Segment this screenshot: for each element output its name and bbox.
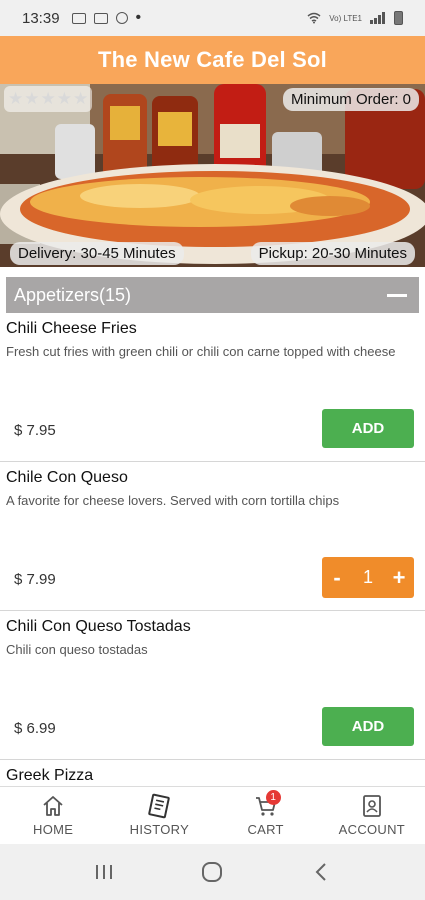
increment-button[interactable]: + [384, 565, 414, 591]
menu-list[interactable]: Chili Cheese Fries Fresh cut fries with … [0, 313, 425, 786]
star-icon: ★ [8, 89, 24, 108]
status-left: 13:39 • [22, 10, 141, 27]
delivery-time-badge: Delivery: 30-45 Minutes [10, 242, 184, 265]
restaurant-hero-image: ★ ★ ★ ★ ★ Minimum Order: 0 Delivery: 30-… [0, 84, 425, 267]
nav-history[interactable]: HISTORY [106, 787, 212, 844]
status-time: 13:39 [22, 9, 60, 27]
category-header-appetizers[interactable]: Appetizers(15) [6, 277, 419, 313]
recents-icon[interactable] [84, 857, 124, 887]
nav-account[interactable]: ACCOUNT [319, 787, 425, 844]
star-icon: ★ [24, 89, 40, 108]
menu-item: Chili Cheese Fries Fresh cut fries with … [0, 313, 425, 462]
decrement-button[interactable]: - [322, 565, 352, 591]
nav-cart[interactable]: 1 CART [213, 787, 319, 844]
pickup-time-badge: Pickup: 20-30 Minutes [250, 242, 415, 265]
account-icon [358, 792, 386, 820]
collapse-icon[interactable] [387, 293, 407, 297]
home-icon [39, 792, 67, 820]
item-price: $ 7.99 [14, 571, 56, 588]
nav-home[interactable]: HOME [0, 787, 106, 844]
home-circle-icon[interactable] [192, 857, 232, 887]
item-name: Chili Con Queso Tostadas [6, 618, 191, 635]
battery-icon [394, 11, 403, 25]
history-icon [145, 792, 173, 820]
app-header: The New Cafe Del Sol [0, 36, 425, 84]
item-description: Chili con queso tostadas [6, 642, 148, 657]
page-title: The New Cafe Del Sol [98, 47, 327, 72]
image-icon [71, 12, 86, 24]
item-price: $ 7.95 [14, 422, 56, 439]
status-right: Vo) LTE1 [307, 11, 403, 25]
cast-icon [93, 12, 108, 24]
notification-dot: • [135, 9, 142, 26]
nav-label: HISTORY [129, 822, 190, 837]
item-name: Chile Con Queso [6, 469, 128, 486]
add-button[interactable]: ADD [322, 707, 414, 746]
status-bar: 13:39 • Vo) LTE1 [0, 0, 425, 36]
item-name: Greek Pizza [6, 767, 94, 784]
quantity-stepper: - 1 + [322, 557, 414, 598]
menu-item: Chile Con Queso A favorite for cheese lo… [0, 462, 425, 611]
nav-label: HOME [33, 822, 74, 837]
signal-icon [370, 12, 385, 24]
cart-badge: 1 [265, 790, 281, 805]
system-nav-bar [0, 844, 425, 900]
category-title: Appetizers(15) [14, 284, 132, 305]
star-icon: ★ [40, 89, 56, 108]
network-label: Vo) LTE1 [329, 13, 362, 23]
item-description: A favorite for cheese lovers. Served wit… [6, 493, 340, 508]
rating-stars: ★ ★ ★ ★ ★ [4, 86, 93, 112]
item-price: $ 6.99 [14, 720, 56, 737]
star-icon: ★ [56, 89, 72, 108]
add-button[interactable]: ADD [322, 409, 414, 448]
back-icon[interactable] [301, 857, 341, 887]
star-icon: ★ [73, 89, 89, 108]
timer-icon [115, 12, 128, 24]
quantity-value: 1 [362, 567, 373, 587]
menu-item: Greek Pizza [0, 760, 425, 786]
wifi-icon [307, 12, 321, 24]
item-name: Chili Cheese Fries [6, 320, 137, 337]
minimum-order-badge: Minimum Order: 0 [282, 88, 419, 111]
menu-item: Chili Con Queso Tostadas Chili con queso… [0, 611, 425, 760]
item-description: Fresh cut fries with green chili or chil… [6, 344, 396, 359]
bottom-nav: HOME HISTORY 1 CART ACCOUNT [0, 786, 425, 844]
nav-label: CART [247, 822, 284, 837]
cart-icon: 1 [252, 790, 281, 820]
nav-label: ACCOUNT [338, 822, 406, 837]
